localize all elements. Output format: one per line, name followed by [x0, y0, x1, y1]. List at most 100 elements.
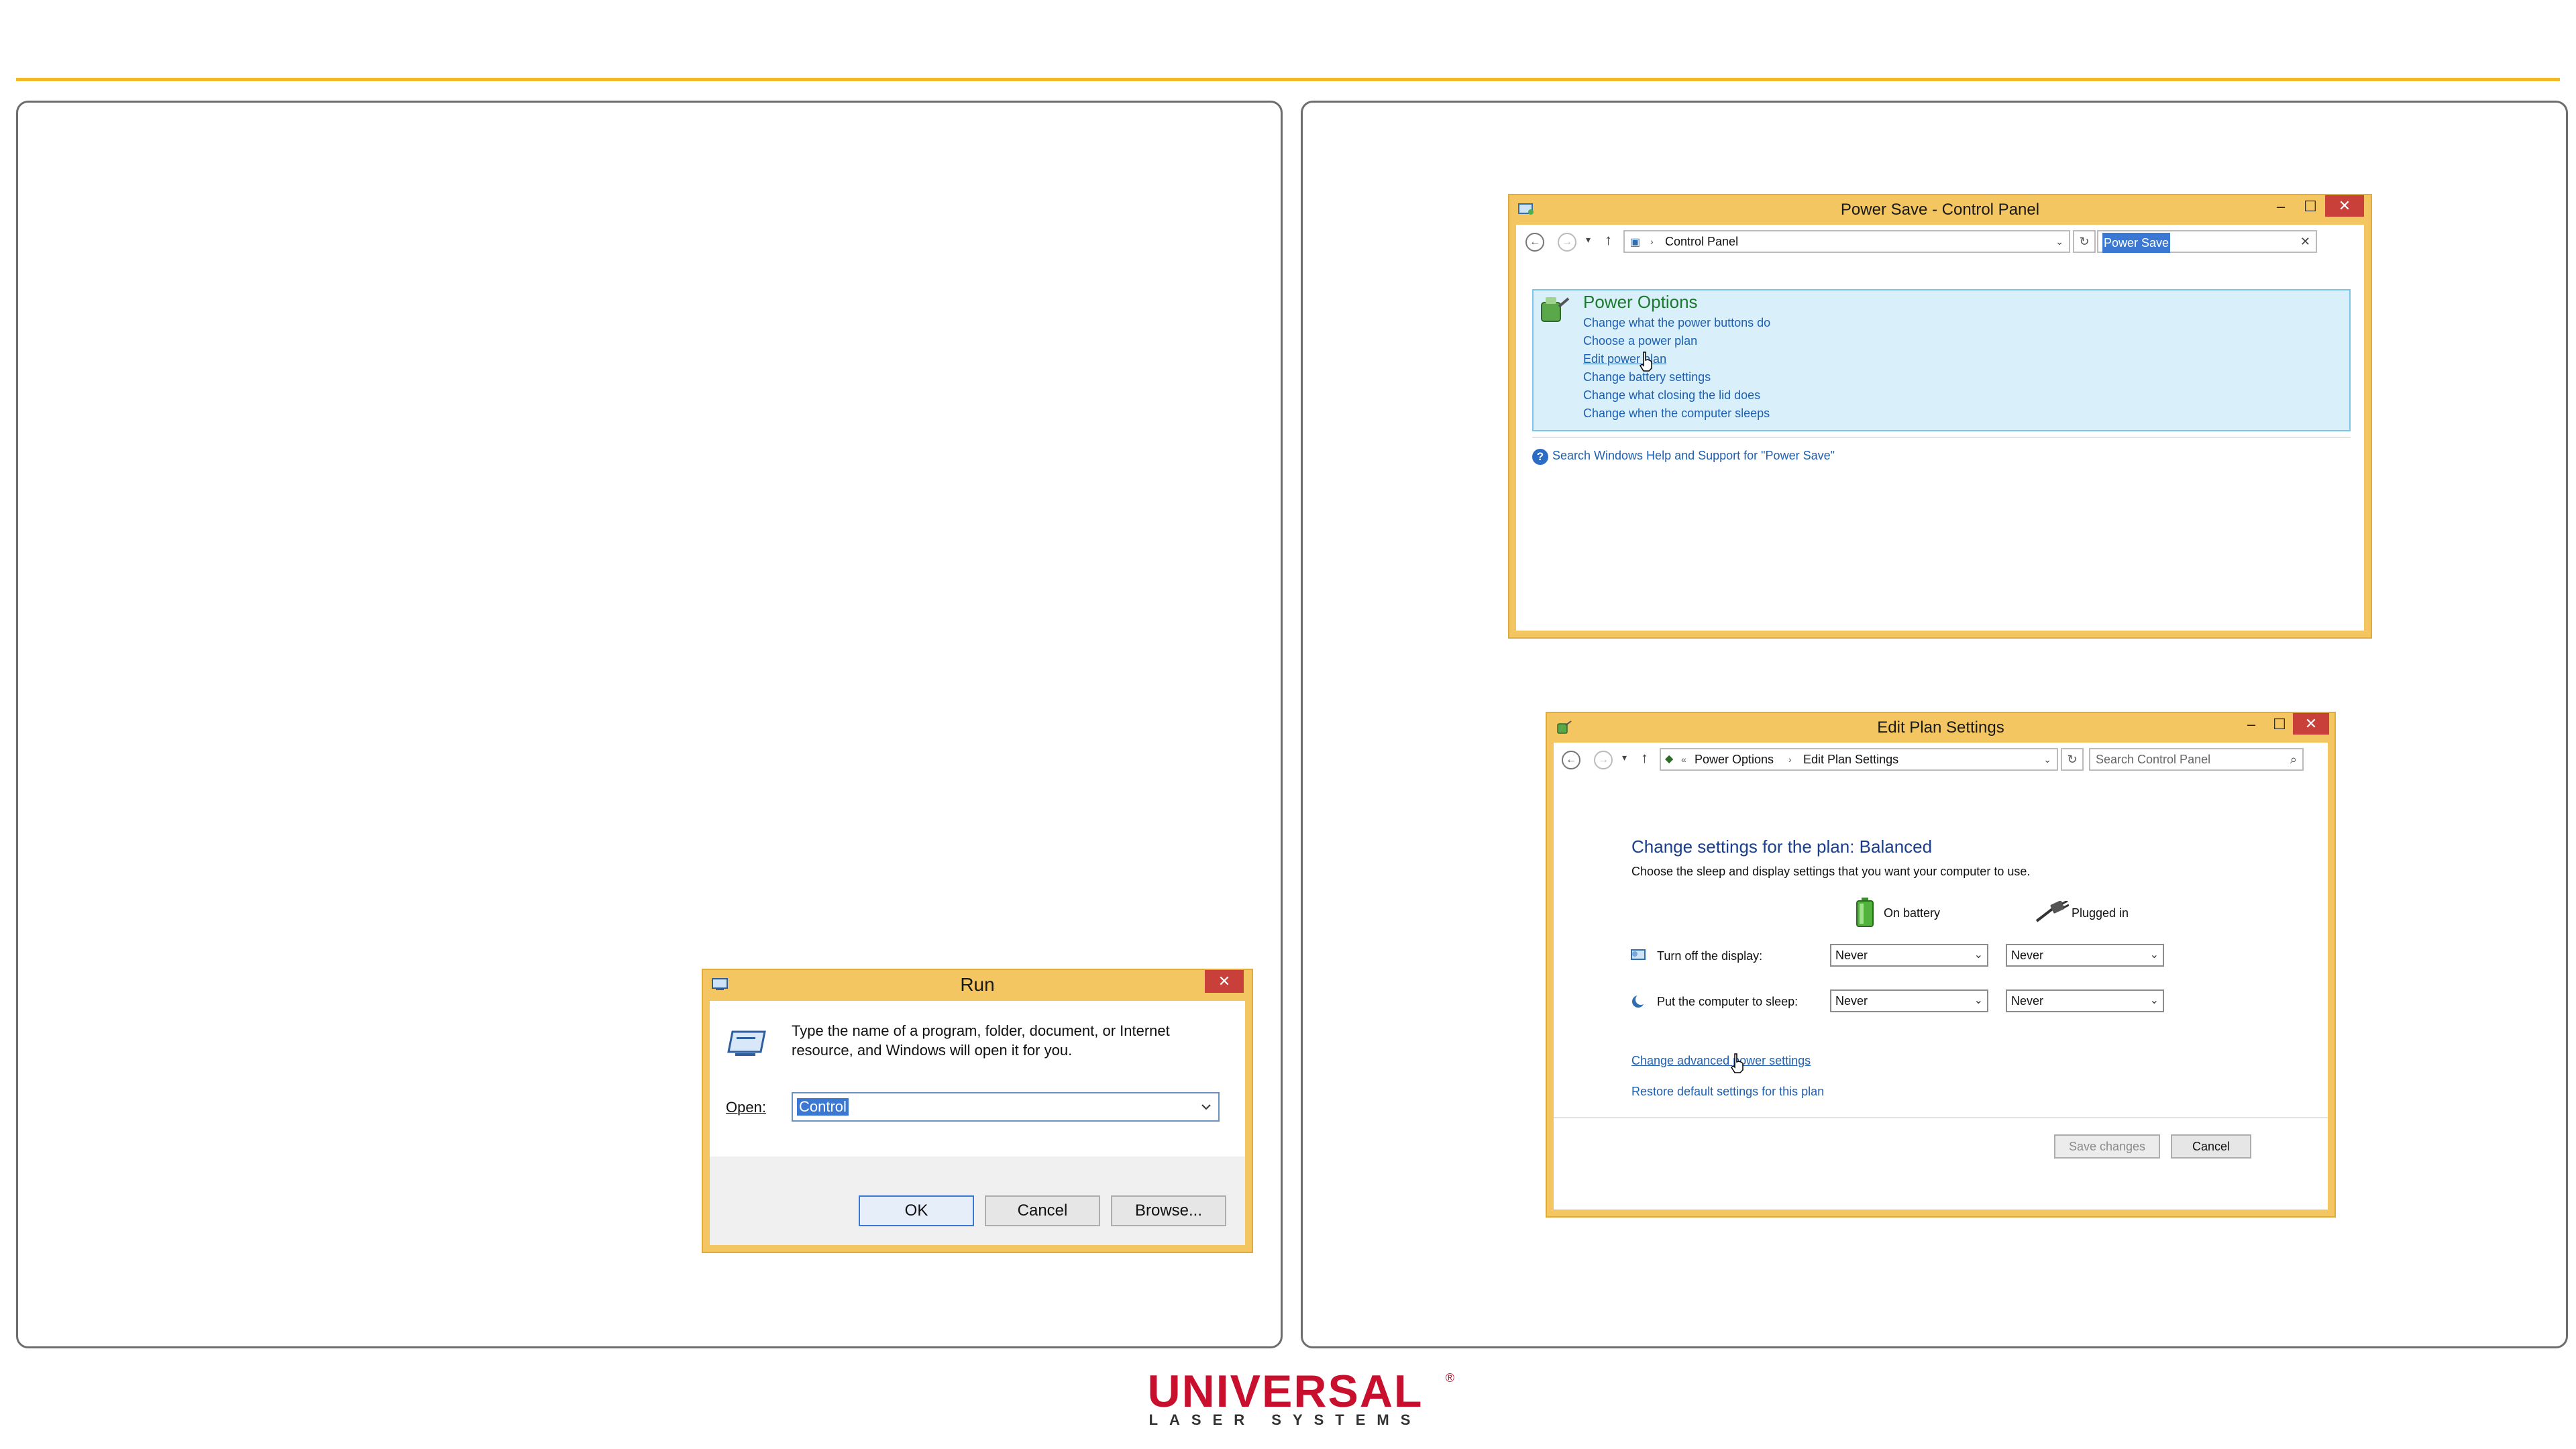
cp-navbar: ← → ▾ ↑ ▣ › Control Panel ⌄ ↻ Power Save…: [1523, 226, 2357, 258]
ep-recent-chevron-icon[interactable]: ▾: [1622, 752, 1627, 763]
run-open-label: Open:: [726, 1099, 766, 1116]
chevron-down-icon: ⌄: [1974, 949, 1983, 961]
ep-address-bar[interactable]: ◆ « Power Options › Edit Plan Settings ⌄: [1660, 748, 2058, 771]
ep-search-icon[interactable]: ⌕: [2290, 749, 2297, 769]
ok-button[interactable]: OK: [859, 1195, 974, 1226]
back-arrow-icon[interactable]: ←: [1525, 233, 1544, 252]
address-overflow-icon: «: [1681, 754, 1686, 765]
ep-maximize-button[interactable]: ☐: [2266, 713, 2293, 736]
sleep-battery-select[interactable]: Never ⌄: [1830, 989, 1988, 1012]
display-plugged-value: Never: [2011, 949, 2044, 962]
plug-icon: [2035, 901, 2069, 922]
run-title: Run: [960, 974, 995, 995]
ep-close-button[interactable]: ✕: [2293, 713, 2329, 735]
forward-arrow-icon[interactable]: →: [1558, 233, 1576, 252]
right-panel: Power Save - Control Panel – ☐ ✕ ← → ▾ ↑…: [1301, 101, 2568, 1348]
recent-chevron-icon[interactable]: ▾: [1586, 234, 1591, 246]
advanced-settings-link[interactable]: Change advanced power settings: [1631, 1054, 1811, 1068]
chevron-down-icon: ⌄: [2149, 995, 2159, 1006]
chevron-down-icon[interactable]: [1201, 1103, 1212, 1111]
ep-client: ← → ▾ ↑ ◆ « Power Options › Edit Plan Se…: [1554, 743, 2328, 1210]
ep-navbar: ← → ▾ ↑ ◆ « Power Options › Edit Plan Se…: [1560, 744, 2321, 776]
save-changes-button[interactable]: Save changes: [2054, 1134, 2160, 1159]
refresh-icon[interactable]: ↻: [2073, 230, 2096, 253]
display-plugged-select[interactable]: Never ⌄: [2006, 944, 2164, 967]
address-dropdown-icon[interactable]: ⌄: [2055, 231, 2063, 252]
cp-link-power-buttons[interactable]: Change what the power buttons do: [1583, 316, 1770, 330]
ep-heading: Change settings for the plan: Balanced: [1631, 837, 1933, 857]
minimize-button[interactable]: –: [2267, 195, 2294, 218]
cp-link-battery[interactable]: Change battery settings: [1583, 370, 1711, 384]
run-program-icon: [727, 1030, 766, 1056]
logo-subline: LASER SYSTEMS: [1148, 1411, 1422, 1428]
cp-link-choose-plan[interactable]: Choose a power plan: [1583, 334, 1697, 348]
maximize-button[interactable]: ☐: [2297, 195, 2324, 218]
run-dialog: Run ✕ Type the name of a program, folder…: [702, 969, 1253, 1253]
browse-button[interactable]: Browse...: [1111, 1195, 1226, 1226]
display-battery-value: Never: [1835, 949, 1868, 962]
cp-help-link[interactable]: Search Windows Help and Support for "Pow…: [1552, 449, 1835, 463]
power-options-result[interactable]: Power Options Change what the power butt…: [1532, 289, 2351, 431]
sleep-icon: [1632, 994, 1646, 1008]
logo-registered-mark: ®: [1445, 1371, 1454, 1385]
display-battery-select[interactable]: Never ⌄: [1830, 944, 1988, 967]
run-description: Type the name of a program, folder, docu…: [792, 1022, 1170, 1059]
ep-up-arrow-icon[interactable]: ↑: [1641, 749, 1648, 767]
battery-icon: [1856, 898, 1874, 927]
edit-plan-window: Edit Plan Settings – ☐ ✕ ← → ▾ ↑ ◆ « Pow…: [1546, 712, 2336, 1218]
plugged-in-label: Plugged in: [2072, 906, 2129, 920]
hand-cursor-icon: [1730, 1053, 1743, 1073]
address-separator-icon: ›: [1650, 236, 1654, 247]
restore-defaults-link[interactable]: Restore default settings for this plan: [1631, 1085, 1824, 1099]
address-cp-icon: ▣: [1630, 237, 1641, 248]
chevron-down-icon: ⌄: [2149, 949, 2159, 961]
ep-search-input[interactable]: Search Control Panel ⌕: [2089, 748, 2304, 771]
ep-breadcrumb-leaf[interactable]: Edit Plan Settings: [1803, 749, 1898, 769]
run-open-value: Control: [797, 1098, 849, 1116]
ep-title: Edit Plan Settings: [1877, 718, 2004, 737]
cp-link-lid[interactable]: Change what closing the lid does: [1583, 388, 1760, 402]
company-logo: UNIVERSAL ® LASER SYSTEMS: [1124, 1366, 1454, 1428]
cp-search-input[interactable]: Power Save ✕: [2097, 230, 2317, 253]
display-label: Turn off the display:: [1657, 949, 1763, 963]
help-icon: ?: [1532, 449, 1548, 465]
cp-search-value: Power Save: [2102, 233, 2171, 253]
ep-divider: [1554, 1117, 2328, 1118]
ep-search-placeholder: Search Control Panel: [2096, 753, 2211, 766]
cp-title: Power Save - Control Panel: [1840, 201, 2040, 219]
cp-address-bar[interactable]: ▣ › Control Panel ⌄: [1623, 230, 2070, 253]
ep-forward-arrow-icon[interactable]: →: [1594, 751, 1613, 769]
cp-divider: [1532, 437, 2351, 438]
ep-breadcrumb-root[interactable]: Power Options: [1695, 749, 1774, 769]
run-close-button[interactable]: ✕: [1205, 970, 1244, 993]
ep-refresh-icon[interactable]: ↻: [2061, 748, 2084, 771]
ep-address-dropdown-icon[interactable]: ⌄: [2043, 749, 2051, 769]
ep-cancel-button[interactable]: Cancel: [2171, 1134, 2251, 1159]
sleep-battery-value: Never: [1835, 994, 1868, 1008]
cp-link-sleep[interactable]: Change when the computer sleeps: [1583, 407, 1770, 421]
up-arrow-icon[interactable]: ↑: [1605, 231, 1612, 249]
ep-minimize-button[interactable]: –: [2238, 713, 2265, 736]
ep-subheading: Choose the sleep and display settings th…: [1631, 865, 2031, 878]
display-icon: [1631, 949, 1646, 960]
cp-client: ← → ▾ ↑ ▣ › Control Panel ⌄ ↻ Power Save…: [1516, 225, 2364, 631]
cancel-button[interactable]: Cancel: [985, 1195, 1100, 1226]
chevron-down-icon: ⌄: [1974, 995, 1983, 1006]
left-panel: Run ✕ Type the name of a program, folder…: [16, 101, 1283, 1348]
ep-breadcrumb-separator-icon: ›: [1788, 754, 1792, 765]
ep-back-arrow-icon[interactable]: ←: [1562, 751, 1580, 769]
power-options-title[interactable]: Power Options: [1583, 292, 1698, 313]
sleep-plugged-value: Never: [2011, 994, 2044, 1008]
run-open-input[interactable]: Control: [792, 1092, 1220, 1122]
header-rule: [16, 78, 2560, 81]
sleep-label: Put the computer to sleep:: [1657, 995, 1799, 1008]
logo-wordmark: UNIVERSAL: [1147, 1366, 1424, 1417]
cp-breadcrumb: Control Panel: [1665, 235, 1739, 248]
cp-close-button[interactable]: ✕: [2325, 195, 2364, 217]
sleep-plugged-select[interactable]: Never ⌄: [2006, 989, 2164, 1012]
clear-search-icon[interactable]: ✕: [2300, 231, 2310, 252]
on-battery-label: On battery: [1884, 906, 1941, 920]
control-panel-window: Power Save - Control Panel – ☐ ✕ ← → ▾ ↑…: [1508, 194, 2372, 639]
run-client: Type the name of a program, folder, docu…: [710, 1001, 1245, 1245]
hand-cursor-icon: [1639, 352, 1652, 372]
